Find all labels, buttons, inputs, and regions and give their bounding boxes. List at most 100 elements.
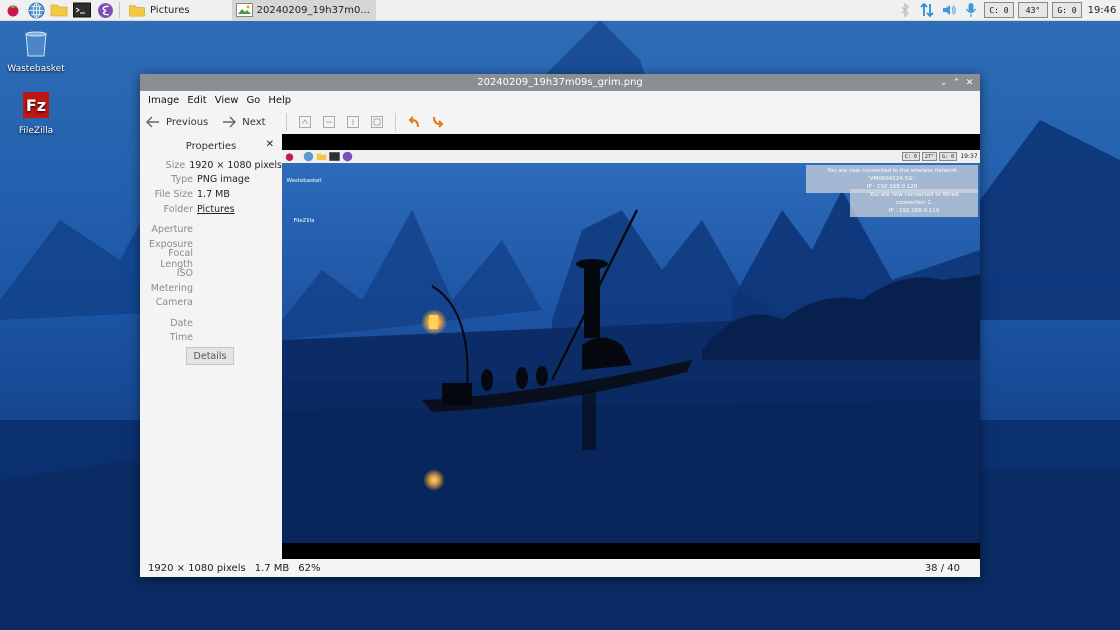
- toolbar-separator: [394, 113, 396, 131]
- status-dimensions: 1920 × 1080 pixels: [148, 562, 246, 574]
- desktop-icon-label: FileZilla: [18, 126, 54, 136]
- wastebasket-icon: [25, 31, 47, 57]
- screenshot-clock: 19:37: [960, 153, 978, 160]
- close-icon[interactable]: ✕: [963, 78, 976, 88]
- prop-value: 1920 × 1080 pixels: [189, 159, 282, 171]
- zoom-normal-button[interactable]: [346, 115, 360, 129]
- file-manager-icon[interactable]: [49, 0, 69, 20]
- screenshot-wastebasket: Wastebasket: [284, 178, 324, 184]
- cpu-meter[interactable]: C: 0: [984, 2, 1014, 18]
- prop-metering: Metering: [140, 281, 282, 296]
- prop-focal-length: Focal Length: [140, 248, 282, 270]
- prop-camera: Camera: [140, 295, 282, 310]
- properties-sidebar: Properties ✕ Size 1920 × 1080 pixels Type…: [140, 134, 282, 559]
- task-image-viewer[interactable]: 20240209_19h37m0...: [231, 0, 376, 21]
- previous-label: Previous: [166, 116, 209, 128]
- next-button[interactable]: Next: [222, 116, 266, 128]
- zoom-fit-button[interactable]: [370, 115, 384, 129]
- menu-help[interactable]: Help: [268, 95, 291, 106]
- prop-size: Size 1920 × 1080 pixels: [140, 158, 282, 173]
- prop-time: Time: [140, 331, 282, 346]
- screenshot-cpu-meter: C: 0: [901, 152, 920, 161]
- prop-key: Date: [170, 317, 193, 329]
- window-titlebar[interactable]: 20240209_19h37m09s_grim.png ⌄ ⌃ ✕: [140, 74, 980, 91]
- web-browser-icon[interactable]: [26, 0, 46, 20]
- zoom-out-icon: [322, 116, 335, 128]
- web-browser-icon: [303, 151, 314, 162]
- details-button[interactable]: Details: [186, 347, 234, 366]
- menu-go[interactable]: Go: [246, 95, 260, 106]
- menu-view[interactable]: View: [215, 95, 239, 106]
- next-label: Next: [242, 116, 266, 128]
- notification-text: You are now connected to the wireless ne…: [827, 168, 957, 182]
- screenshot-gpu-meter: G: 0: [938, 152, 957, 161]
- zoom-fit-icon: [370, 116, 383, 128]
- task-pictures[interactable]: Pictures: [124, 0, 196, 21]
- window-title: 20240209_19h37m09s_grim.png: [477, 77, 643, 88]
- system-tray: C: 0 43° G: 0 19:46: [894, 0, 1120, 21]
- folder-icon: [129, 5, 145, 16]
- prop-aperture: Aperture: [140, 222, 282, 237]
- prop-file-size: File Size 1.7 MB: [140, 187, 282, 202]
- clock[interactable]: 19:46: [1084, 5, 1120, 16]
- desktop-icon-wastebasket[interactable]: Wastebasket: [0, 28, 72, 74]
- prop-key: Focal Length: [160, 247, 193, 270]
- minimize-icon[interactable]: ⌄: [937, 78, 950, 88]
- raspberry-menu-icon[interactable]: [3, 0, 23, 20]
- rotate-right-button[interactable]: [431, 115, 445, 129]
- microphone-icon[interactable]: [960, 0, 982, 21]
- screenshot-taskbar: C: 0 27° G: 0 19:37: [282, 150, 980, 163]
- sidebar-title: Properties: [185, 140, 237, 152]
- zoom-out-button[interactable]: [322, 115, 336, 129]
- menu-edit[interactable]: Edit: [187, 95, 206, 106]
- image-display[interactable]: C: 0 27° G: 0 19:37 Wastebasket FileZill…: [282, 134, 980, 559]
- folder-icon: [316, 153, 327, 161]
- prop-value: 1.7 MB: [197, 188, 230, 200]
- task-label: 20240209_19h37m0...: [256, 4, 370, 16]
- taskbar: Pictures 20240209_19h37m0... C: 0 43° G:…: [0, 0, 1120, 21]
- arrow-left-icon: [146, 116, 159, 128]
- prop-key: Type: [171, 174, 193, 186]
- emacs-icon[interactable]: [95, 0, 115, 20]
- folder-link[interactable]: Pictures: [197, 204, 235, 215]
- menu-image[interactable]: Image: [148, 95, 179, 106]
- prop-iso: ISO: [140, 266, 282, 281]
- zoom-in-icon: [298, 116, 311, 128]
- screenshot-desk-label: FileZilla: [293, 218, 315, 224]
- zoom-in-button[interactable]: [298, 115, 312, 129]
- menubar: Image Edit View Go Help: [140, 91, 980, 110]
- notification-text: You are now connected to Wired connectio…: [869, 192, 959, 206]
- toolbar: Previous Next: [140, 110, 980, 134]
- raspberry-icon: [285, 153, 294, 161]
- rotate-right-icon: [432, 116, 443, 128]
- wired-notification: You are now connected to Wired connectio…: [850, 189, 978, 217]
- emacs-icon: [342, 151, 353, 162]
- previous-button[interactable]: Previous: [146, 116, 208, 128]
- screenshot-filezilla: FileZilla: [284, 218, 324, 224]
- task-label: Pictures: [150, 4, 190, 16]
- prop-type: Type PNG image: [140, 173, 282, 188]
- prop-key: Time: [169, 332, 193, 344]
- prop-folder: Folder Pictures: [140, 202, 282, 217]
- toolbar-separator: [285, 113, 287, 131]
- screenshot-desk-label: Wastebasket: [286, 178, 322, 184]
- screenshot-image: C: 0 27° G: 0 19:37 Wastebasket FileZill…: [282, 150, 980, 543]
- taskbar-separator: [119, 2, 120, 18]
- close-sidebar-icon[interactable]: ✕: [266, 139, 274, 150]
- status-file-size: 1.7 MB: [254, 562, 290, 574]
- rotate-left-button[interactable]: [407, 115, 421, 129]
- screenshot-tray: C: 0 27° G: 0 19:37: [901, 152, 980, 161]
- temperature-meter[interactable]: 43°: [1018, 2, 1048, 18]
- svg-text:Fz: Fz: [26, 96, 46, 115]
- window-controls: ⌄ ⌃ ✕: [937, 74, 976, 91]
- bluetooth-icon[interactable]: [894, 0, 916, 21]
- prop-key: File Size: [154, 188, 193, 200]
- volume-icon[interactable]: [938, 0, 960, 21]
- desktop-icon-filezilla[interactable]: Fz FileZilla: [0, 90, 72, 136]
- gpu-meter[interactable]: G: 0: [1052, 2, 1082, 18]
- network-icon[interactable]: [916, 0, 938, 21]
- status-zoom: 62%: [298, 562, 321, 574]
- maximize-icon[interactable]: ⌃: [950, 78, 963, 88]
- terminal-icon[interactable]: [72, 0, 92, 20]
- sidebar-header: Properties ✕: [140, 134, 282, 158]
